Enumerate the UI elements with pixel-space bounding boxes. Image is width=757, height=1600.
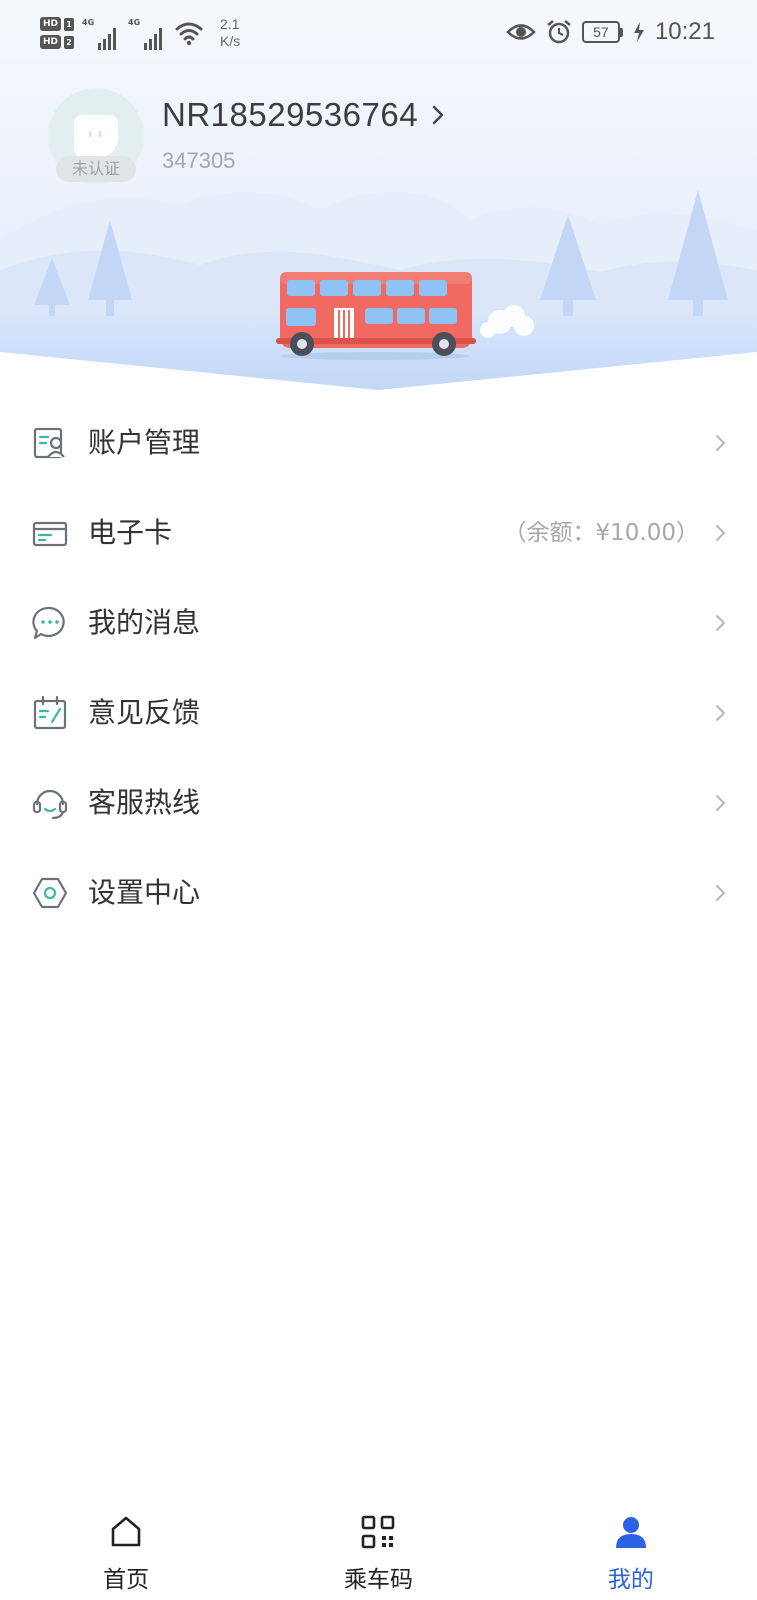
verification-status-badge: 未认证 (56, 156, 136, 182)
feedback-icon (33, 695, 67, 730)
settings-icon (32, 877, 68, 909)
chevron-right-icon (716, 615, 725, 631)
menu-item-label: 设置中心 (88, 876, 201, 909)
username: NR18529536764 (162, 96, 419, 133)
chevron-right-icon (716, 435, 725, 451)
charging-icon (633, 22, 644, 42)
sim2-number: 2 (64, 35, 75, 49)
chevron-right-icon (716, 885, 725, 901)
network-type-label: 4G (128, 18, 141, 27)
nav-tab-label: 首页 (103, 1567, 150, 1593)
network-speed-value: 2.1 (220, 16, 240, 32)
menu-item-e-card[interactable]: 电子卡 （余额：¥10.00） (0, 488, 757, 578)
alarm-icon (547, 20, 571, 44)
profile-link[interactable]: NR18529536764 (162, 96, 444, 134)
status-bar: HD 1 HD 2 4G 4G 2.1 K/s 57 10:21 (0, 0, 757, 66)
battery-level: 57 (581, 21, 620, 43)
menu-item-my-messages[interactable]: 我的消息 (0, 578, 757, 668)
avatar[interactable]: 未认证 (48, 88, 144, 184)
chevron-right-icon (716, 705, 725, 721)
signal-icon: 4G (128, 14, 166, 52)
sim-badges: HD 1 HD 2 (40, 17, 75, 49)
chevron-right-icon (716, 525, 725, 541)
card-icon (32, 521, 68, 547)
nav-tab-home[interactable]: 首页 (0, 1500, 252, 1600)
menu-item-label: 电子卡 (88, 516, 173, 549)
signal-icon: 4G (82, 14, 120, 52)
home-icon (111, 1516, 141, 1547)
battery-cap (619, 27, 623, 37)
bottom-navigation: 首页 乘车码 我的 (0, 1500, 757, 1600)
status-bar-right: 57 10:21 (506, 14, 715, 50)
avatar-placeholder-icon (74, 115, 118, 157)
account-icon (33, 427, 65, 459)
menu-item-customer-service[interactable]: 客服热线 (0, 758, 757, 848)
network-type-label: 4G (82, 18, 95, 27)
headset-icon (32, 789, 68, 820)
nav-tab-label: 我的 (607, 1567, 654, 1593)
bus-illustration (276, 272, 476, 360)
menu-item-label: 账户管理 (88, 426, 201, 459)
menu-item-account-management[interactable]: 账户管理 (0, 398, 757, 488)
eye-icon (506, 24, 536, 40)
chevron-right-icon (716, 795, 725, 811)
sim2-hd-label: HD (40, 35, 62, 49)
nav-tab-label: 乘车码 (343, 1567, 413, 1593)
clock: 10:21 (654, 18, 715, 45)
user-id: 347305 (162, 148, 236, 173)
network-speed-unit: K/s (220, 33, 241, 49)
battery-icon: 57 (581, 21, 623, 43)
chevron-right-icon (432, 105, 444, 125)
menu-item-label: 意见反馈 (88, 696, 201, 729)
status-bar-left: HD 1 HD 2 4G 4G 2.1 K/s (40, 10, 240, 56)
sim1-badge: HD 1 (40, 17, 75, 31)
menu-item-settings[interactable]: 设置中心 (0, 848, 757, 938)
nav-tab-ride-code[interactable]: 乘车码 (252, 1500, 504, 1600)
menu-item-label: 客服热线 (88, 786, 201, 819)
qr-code-icon (362, 1515, 395, 1549)
menu-item-label: 我的消息 (88, 606, 201, 639)
network-speed: 2.1 K/s (220, 16, 240, 50)
sim1-number: 1 (64, 17, 75, 31)
sim2-badge: HD 2 (40, 35, 75, 49)
menu-item-feedback[interactable]: 意见反馈 (0, 668, 757, 758)
settings-menu: 账户管理 电子卡 （余额：¥10.00） 我的消息 意见反馈 客服热线 设置中心 (0, 398, 757, 938)
message-icon (32, 606, 65, 640)
wifi-icon (175, 22, 203, 46)
card-balance-value: （余额：¥10.00） (503, 520, 699, 546)
user-icon (615, 1517, 646, 1548)
nav-tab-mine[interactable]: 我的 (505, 1500, 757, 1600)
sim1-hd-label: HD (40, 17, 62, 31)
